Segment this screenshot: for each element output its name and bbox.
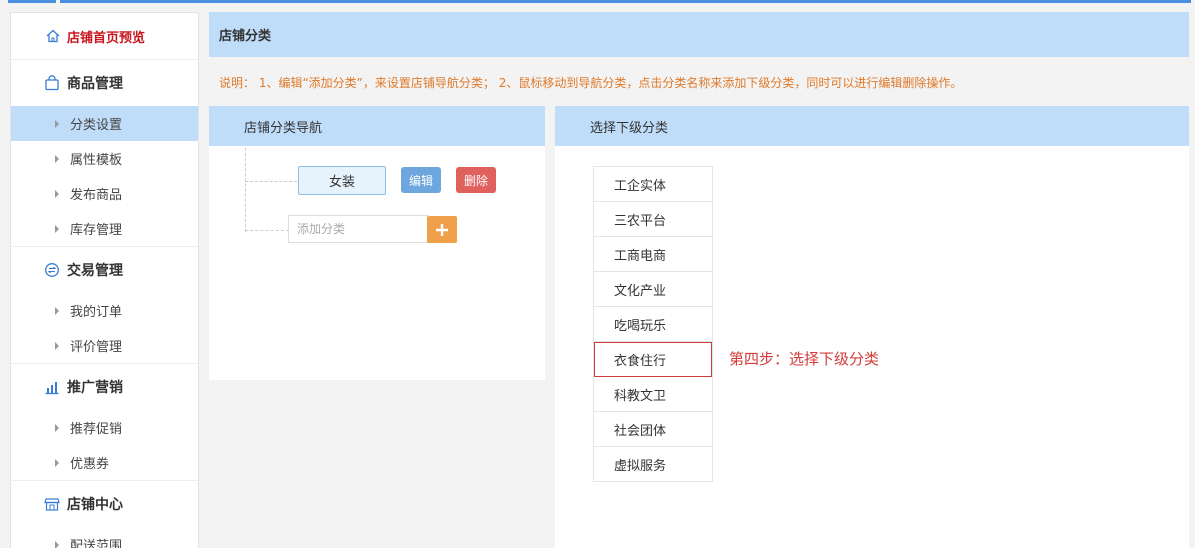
top-bar-line: [60, 0, 1191, 3]
sidebar-group-label: 交易管理: [67, 263, 123, 279]
top-bar: [0, 0, 1195, 4]
bar-chart-icon: [45, 382, 59, 395]
subcategory-item[interactable]: 三农平台: [594, 202, 712, 237]
sidebar-item-coupons[interactable]: 优惠券: [11, 445, 198, 480]
tree-line: [245, 148, 246, 232]
sidebar-item-label: 评价管理: [70, 340, 123, 355]
chevron-right-icon: [55, 341, 59, 350]
add-category-input[interactable]: [288, 215, 429, 243]
sidebar-item-publish-goods[interactable]: 发布商品: [11, 176, 198, 211]
sidebar-group-marketing[interactable]: 推广营销: [11, 364, 198, 410]
sidebar-group-label: 商品管理: [67, 76, 123, 92]
top-tab-indicator: [8, 0, 56, 3]
subcategory-item-selected[interactable]: 衣食住行: [594, 342, 712, 377]
category-item[interactable]: 女装: [298, 166, 386, 195]
tree-line: [245, 181, 297, 182]
sidebar-item-label: 分类设置: [70, 118, 123, 133]
panel-title: 店铺分类导航: [209, 106, 545, 146]
sidebar-group-goods[interactable]: 商品管理: [11, 60, 198, 106]
chevron-right-icon: [55, 540, 59, 548]
sidebar-home-preview[interactable]: 店铺首页预览: [11, 13, 198, 60]
sidebar-group-store-center[interactable]: 店铺中心: [11, 481, 198, 527]
sidebar-item-promotion[interactable]: 推荐促销: [11, 410, 198, 445]
sidebar-item-label: 发布商品: [70, 188, 123, 203]
sidebar-item-delivery-range[interactable]: 配送范围: [11, 527, 198, 548]
sidebar-item-inventory[interactable]: 库存管理: [11, 211, 198, 246]
sidebar-item-label: 我的订单: [70, 305, 123, 320]
instruction-note: 说明： 1、编辑“添加分类”，来设置店铺导航分类； 2、鼠标移动到导航分类，点击…: [219, 76, 963, 90]
subcategory-item[interactable]: 社会团体: [594, 412, 712, 447]
category-nav-panel: 店铺分类导航 女装 编辑 删除: [209, 106, 545, 380]
subcategory-item[interactable]: 文化产业: [594, 272, 712, 307]
page-title: 店铺分类: [209, 12, 1189, 57]
sidebar-item-review-management[interactable]: 评价管理: [11, 328, 198, 363]
exchange-icon: [45, 263, 59, 277]
sidebar-item-label: 优惠券: [70, 457, 110, 472]
add-category-button[interactable]: [427, 216, 457, 243]
chevron-right-icon: [55, 154, 59, 163]
sidebar-item-label: 属性模板: [70, 153, 123, 168]
chevron-right-icon: [55, 119, 59, 128]
home-icon: [46, 29, 60, 43]
subcategory-item[interactable]: 吃喝玩乐: [594, 307, 712, 342]
sidebar-home-label: 店铺首页预览: [67, 30, 146, 46]
chevron-right-icon: [55, 224, 59, 233]
subcategory-panel: 选择下级分类 工企实体 三农平台 工商电商 文化产业 吃喝玩乐 衣食住行 科教文…: [555, 106, 1189, 548]
chevron-right-icon: [55, 189, 59, 198]
sidebar-item-category-settings[interactable]: 分类设置: [11, 106, 198, 141]
subcategory-list: 工企实体 三农平台 工商电商 文化产业 吃喝玩乐 衣食住行 科教文卫 社会团体 …: [593, 166, 713, 482]
chevron-right-icon: [55, 306, 59, 315]
step-annotation: 第四步：选择下级分类: [729, 350, 880, 368]
subcategory-item[interactable]: 工商电商: [594, 237, 712, 272]
sidebar-item-my-orders[interactable]: 我的订单: [11, 293, 198, 328]
plus-icon: [436, 223, 448, 236]
sidebar-item-label: 推荐促销: [70, 422, 123, 437]
edit-button[interactable]: 编辑: [401, 167, 441, 193]
panel-title: 选择下级分类: [555, 106, 1189, 146]
subcategory-item[interactable]: 虚拟服务: [594, 447, 712, 482]
shopping-bag-icon: [45, 75, 59, 91]
chevron-right-icon: [55, 458, 59, 467]
sidebar: 店铺首页预览 商品管理 分类设置 属性模板 发布商品 库存管理 交易管理 我的订…: [10, 12, 199, 548]
subcategory-item[interactable]: 科教文卫: [594, 377, 712, 412]
sidebar-item-label: 库存管理: [70, 223, 123, 238]
store-icon: [44, 498, 60, 511]
sidebar-group-label: 店铺中心: [67, 497, 123, 513]
delete-button[interactable]: 删除: [456, 167, 496, 193]
sidebar-item-label: 配送范围: [70, 539, 123, 548]
tree-line: [245, 230, 289, 231]
sidebar-group-label: 推广营销: [67, 380, 123, 396]
sidebar-item-attribute-template[interactable]: 属性模板: [11, 141, 198, 176]
sidebar-group-trade[interactable]: 交易管理: [11, 247, 198, 293]
subcategory-item[interactable]: 工企实体: [594, 167, 712, 202]
chevron-right-icon: [55, 423, 59, 432]
main-area: 店铺分类 说明： 1、编辑“添加分类”，来设置店铺导航分类； 2、鼠标移动到导航…: [209, 12, 1189, 90]
